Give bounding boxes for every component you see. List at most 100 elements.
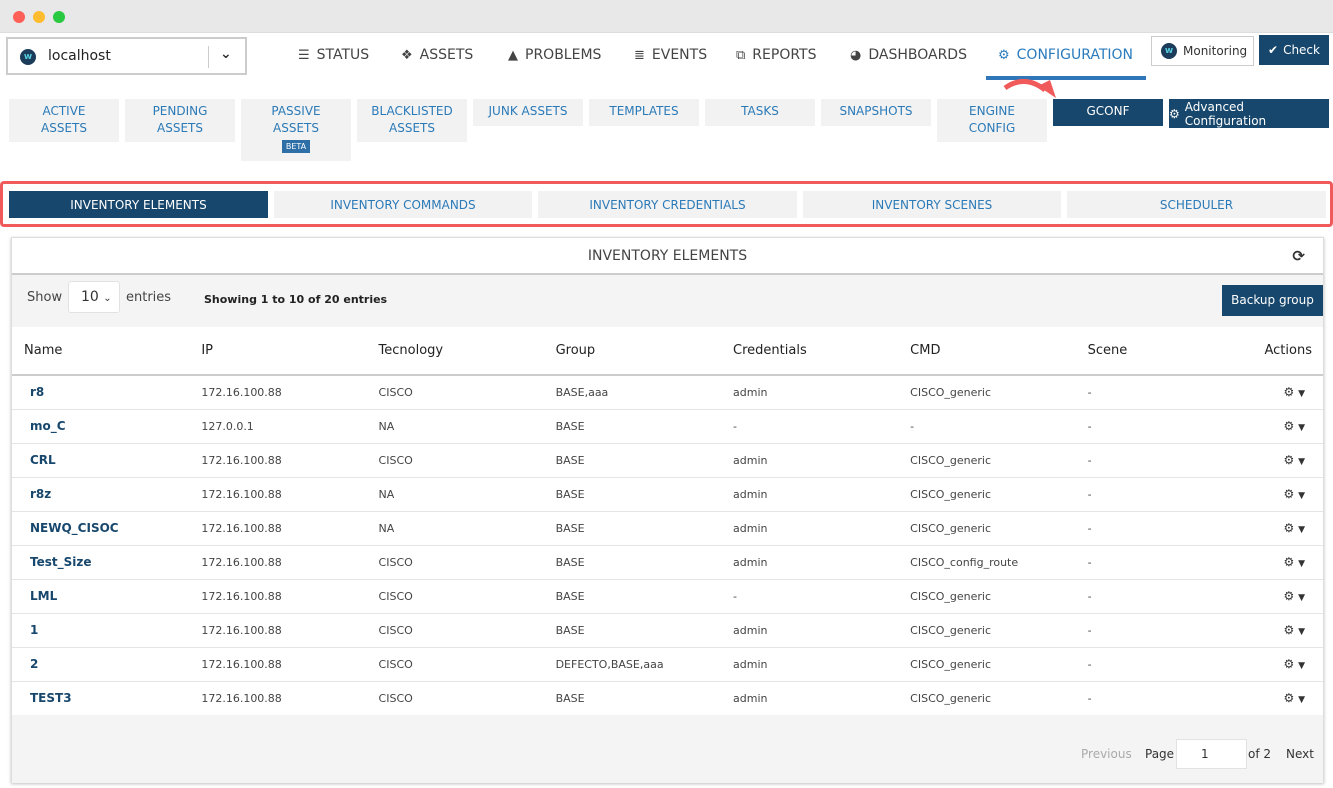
column-header[interactable]: Actions xyxy=(1252,327,1323,376)
maximize-window-button[interactable] xyxy=(53,11,65,23)
actions-dropdown[interactable]: ⚙ ▼ xyxy=(1252,477,1323,512)
cmd-cell: CISCO_generic xyxy=(898,681,1076,716)
host-selector[interactable]: w localhost ⌄ xyxy=(6,37,247,75)
actions-dropdown[interactable]: ⚙ ▼ xyxy=(1252,409,1323,444)
close-window-button[interactable] xyxy=(13,11,25,23)
name-cell[interactable]: LML xyxy=(12,579,190,614)
name-cell[interactable]: r8z xyxy=(12,477,190,512)
column-header[interactable]: CMD xyxy=(898,327,1076,376)
tab-inventory-credentials[interactable]: INVENTORY CREDENTIALS xyxy=(538,191,797,218)
host-name: localhost xyxy=(48,48,111,64)
actions-dropdown[interactable]: ⚙ ▼ xyxy=(1252,681,1323,716)
name-cell[interactable]: NEWQ_CISOC xyxy=(12,511,190,546)
minimize-window-button[interactable] xyxy=(33,11,45,23)
cmd-cell: CISCO_config_route xyxy=(898,545,1076,580)
tab-inventory-elements[interactable]: INVENTORY ELEMENTS xyxy=(9,191,268,218)
tab-scheduler[interactable]: SCHEDULER xyxy=(1067,191,1326,218)
cmd-cell: CISCO_generic xyxy=(898,375,1076,410)
nav-configuration[interactable]: ⚙ CONFIGURATION xyxy=(998,44,1133,66)
window-titlebar xyxy=(0,0,1333,33)
credentials-cell: admin xyxy=(721,477,899,512)
column-header[interactable]: Tecnology xyxy=(366,327,544,376)
tab-inventory-scenes[interactable]: INVENTORY SCENES xyxy=(803,191,1061,218)
subnav-label: ACTIVE xyxy=(42,104,86,118)
nav-label: CONFIGURATION xyxy=(1016,47,1134,63)
cmd-cell: CISCO_generic xyxy=(898,579,1076,614)
scene-cell: - xyxy=(1075,409,1253,444)
subnav-passive-assets[interactable]: PASSIVE ASSETS BETA xyxy=(241,99,351,161)
nav-dashboards[interactable]: ◕ DASHBOARDS xyxy=(850,44,967,66)
subnav-blacklisted-assets[interactable]: BLACKLISTED ASSETS xyxy=(357,99,467,142)
page-input[interactable]: 1 xyxy=(1176,739,1247,769)
nav-status[interactable]: ☰ STATUS xyxy=(298,44,369,66)
subnav-label: PENDING xyxy=(152,104,208,118)
next-button[interactable]: Next xyxy=(1286,747,1314,761)
check-button[interactable]: ✔ Check xyxy=(1259,35,1329,65)
tab-inventory-commands[interactable]: INVENTORY COMMANDS xyxy=(274,191,532,218)
copy-icon: ⧉ xyxy=(736,47,746,63)
inventory-elements-panel: INVENTORY ELEMENTS ⟳ Show 10 ⌄ entries S… xyxy=(11,237,1324,783)
name-cell[interactable]: CRL xyxy=(12,443,190,478)
table-row: LML 172.16.100.88 CISCO BASE - CISCO_generic -… xyxy=(12,579,1323,614)
actions-dropdown[interactable]: ⚙ ▼ xyxy=(1252,375,1323,410)
subnav-junk-assets[interactable]: JUNK ASSETS xyxy=(473,99,583,126)
previous-button[interactable]: Previous xyxy=(1081,747,1132,761)
column-header[interactable]: Name xyxy=(12,327,190,376)
group-cell: DEFECTO,BASE,aaa xyxy=(543,647,722,682)
refresh-icon[interactable]: ⟳ xyxy=(1292,247,1305,265)
nav-reports[interactable]: ⧉ REPORTS xyxy=(736,44,816,66)
inventory-table: Name IP Tecnology Group Credentials CMD Scene A… xyxy=(12,327,1323,716)
caret-down-icon: ▼ xyxy=(1298,457,1305,467)
name-cell[interactable]: Test_Size xyxy=(12,545,190,580)
name-cell[interactable]: r8 xyxy=(12,375,190,410)
subnav-label: ASSETS xyxy=(273,121,319,135)
monitoring-button[interactable]: w Monitoring xyxy=(1151,36,1254,66)
subnav-snapshots[interactable]: SNAPSHOTS xyxy=(821,99,931,126)
entries-label: entries xyxy=(126,290,172,305)
nav-assets[interactable]: ❖ ASSETS xyxy=(401,44,473,66)
actions-dropdown[interactable]: ⚙ ▼ xyxy=(1252,647,1323,682)
actions-dropdown[interactable]: ⚙ ▼ xyxy=(1252,443,1323,478)
column-header[interactable]: Scene xyxy=(1075,327,1253,376)
actions-dropdown[interactable]: ⚙ ▼ xyxy=(1252,511,1323,546)
backup-group-button[interactable]: Backup group xyxy=(1222,285,1323,316)
credentials-cell: admin xyxy=(721,375,899,410)
actions-dropdown[interactable]: ⚙ ▼ xyxy=(1252,545,1323,580)
column-header[interactable]: Credentials xyxy=(721,327,899,376)
actions-dropdown[interactable]: ⚙ ▼ xyxy=(1252,579,1323,614)
check-label: Check xyxy=(1283,43,1320,57)
technology-cell: NA xyxy=(366,477,544,512)
cmd-cell: CISCO_generic xyxy=(898,477,1076,512)
subnav-label: SNAPSHOTS xyxy=(839,104,913,118)
nav-problems[interactable]: ▲ PROBLEMS xyxy=(508,44,601,66)
subnav-tasks[interactable]: TASKS xyxy=(705,99,815,126)
advanced-configuration-button[interactable]: ⚙ Advanced Configuration xyxy=(1169,99,1329,128)
subnav-templates[interactable]: TEMPLATES xyxy=(589,99,699,126)
ip-cell: 172.16.100.88 xyxy=(189,511,367,546)
chevron-down-icon: ⌄ xyxy=(103,293,112,304)
actions-dropdown[interactable]: ⚙ ▼ xyxy=(1252,613,1323,648)
page-size-value: 10 xyxy=(81,289,99,305)
subnav-pending-assets[interactable]: PENDING ASSETS xyxy=(125,99,235,142)
chevron-down-icon[interactable]: ⌄ xyxy=(220,46,232,62)
name-cell[interactable]: 2 xyxy=(12,647,190,682)
subnav-active-assets[interactable]: ACTIVE ASSETS xyxy=(9,99,119,142)
nav-events[interactable]: ≣ EVENTS xyxy=(634,44,707,66)
name-cell[interactable]: 1 xyxy=(12,613,190,648)
nav-label: REPORTS xyxy=(752,47,817,63)
ip-cell: 172.16.100.88 xyxy=(189,613,367,648)
page-size-select[interactable]: 10 ⌄ xyxy=(68,281,120,313)
caret-down-icon: ▼ xyxy=(1298,525,1305,535)
table-controls: Show 10 ⌄ entries Showing 1 to 10 of 20 … xyxy=(12,275,1323,327)
credentials-cell: - xyxy=(721,409,899,444)
name-cell[interactable]: mo_C xyxy=(12,409,190,444)
caret-down-icon: ▼ xyxy=(1298,695,1305,705)
column-header[interactable]: Group xyxy=(543,327,722,376)
credentials-cell: - xyxy=(721,579,899,614)
name-cell[interactable]: TEST3 xyxy=(12,681,190,716)
gears-icon: ⚙ xyxy=(1283,555,1295,569)
credentials-cell: admin xyxy=(721,647,899,682)
table-row: mo_C 127.0.0.1 NA BASE - - - ⚙ ▼ xyxy=(12,409,1323,444)
red-arrow-annotation xyxy=(1003,79,1056,98)
column-header[interactable]: IP xyxy=(189,327,367,376)
